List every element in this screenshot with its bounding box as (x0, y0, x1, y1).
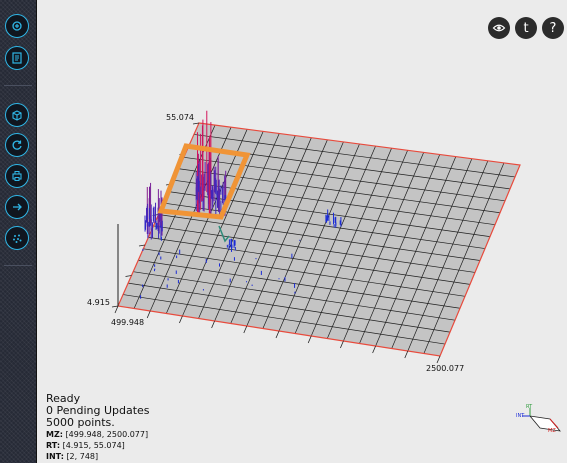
axis-tick (211, 320, 215, 329)
axis-tick (146, 310, 151, 319)
axis-tick (340, 340, 344, 349)
mz-range-value: [499.948, 2500.077] (65, 430, 149, 439)
int-range-row: INT: [2, 748] (46, 451, 150, 462)
axis-tick (111, 305, 119, 308)
gizmo-int-label: INT (516, 413, 525, 419)
axis-tick (275, 330, 280, 339)
axis-tick (114, 305, 119, 314)
mz-min-label: 499.948 (111, 318, 145, 327)
gizmo-mz-label: MZ (548, 428, 556, 434)
axis-tick (307, 335, 312, 344)
orientation-gizmo: RT INT MZ (516, 404, 561, 434)
gizmo-rt-label: RT (526, 404, 533, 410)
axis-tick (436, 355, 441, 364)
rt-range-label: RT: (46, 441, 61, 450)
axis-tick (372, 345, 376, 354)
mz-range-row: MZ: [499.948, 2500.077] (46, 429, 150, 440)
int-range-label: INT: (46, 452, 64, 461)
mz-range-label: MZ: (46, 430, 63, 439)
axis-tick (243, 325, 248, 334)
rt-range-value: [4.915, 55.074] (62, 441, 125, 450)
status-panel: Ready 0 Pending Updates 5000 points. MZ:… (46, 393, 150, 462)
int-range-value: [2, 748] (66, 452, 99, 461)
plot-plane (118, 123, 520, 356)
rt-min-label: 4.915 (87, 298, 110, 307)
rt-range-row: RT: [4.915, 55.074] (46, 440, 150, 451)
status-points: 5000 points. (46, 416, 115, 429)
mz-max-label: 2500.077 (426, 364, 465, 373)
axis-tick (179, 315, 183, 324)
rt-max-label: 55.074 (166, 113, 194, 122)
axis-tick (404, 350, 409, 359)
